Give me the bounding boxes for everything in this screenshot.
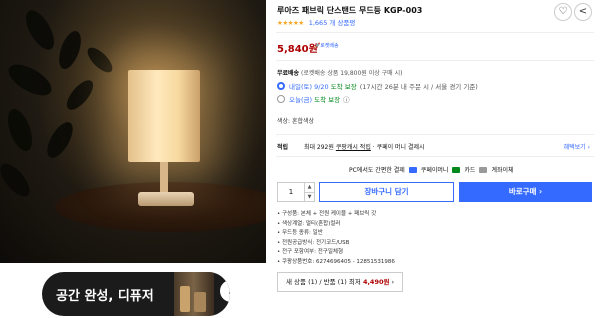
spec-item: 구성품: 본체 + 전원 케이블 + 패브릭 갓 bbox=[277, 210, 395, 220]
product-image[interactable] bbox=[0, 0, 266, 263]
share-icon[interactable]: < bbox=[574, 3, 592, 21]
info-icon: ⓘ bbox=[343, 96, 350, 104]
product-price: 5,840원 bbox=[277, 44, 318, 55]
other-sellers-button[interactable]: 새 상품 (1) / 반품 (1) 최저 4,490원 › bbox=[277, 272, 404, 292]
coupay-icon bbox=[408, 166, 417, 173]
banner-arrow-icon[interactable]: › bbox=[220, 280, 230, 302]
decrement-icon[interactable]: ▼ bbox=[305, 192, 314, 202]
quantity-buttons: ▲ ▼ bbox=[304, 183, 314, 201]
promo-banner[interactable]: 공간 완성, 디퓨저 › bbox=[42, 272, 230, 316]
rating-stars-icon: ★★★★★ bbox=[277, 19, 304, 27]
lamp-shade bbox=[128, 70, 200, 162]
payment-text: PC에서도 간편한 결제 bbox=[349, 167, 405, 174]
bank-icon bbox=[479, 166, 488, 173]
payment-method: 계좌이체 bbox=[491, 167, 514, 174]
delivery-option-today[interactable]: 오늘(금) 도착 보장 ⓘ bbox=[277, 94, 350, 104]
delivery-status: 도착 보장 bbox=[314, 96, 341, 104]
product-title: 루아즈 패브릭 단스탠드 무드등 KGP-003 bbox=[277, 6, 423, 15]
benefits-link[interactable]: 혜택보기 › bbox=[564, 142, 590, 151]
payment-methods: PC에서도 간편한 결제 쿠페이머니 카드 계좌이체 bbox=[349, 165, 514, 174]
divider bbox=[276, 134, 594, 135]
delivery-status: 도착 보장 bbox=[330, 83, 357, 91]
divider bbox=[276, 156, 594, 157]
delivery-note: (17시간 26분 내 주문 시 / 서울 경기 기준) bbox=[359, 83, 478, 91]
spec-item: 전구 포함여부: 전구일체형 bbox=[277, 248, 395, 258]
shipping-label: 무료배송 bbox=[277, 70, 300, 77]
cash-label: 적립 bbox=[277, 144, 289, 151]
rocket-badge: 🚀로켓배송 bbox=[314, 43, 339, 49]
chevron-right-icon: › bbox=[389, 278, 395, 286]
spec-item: 쿠팡상품번호: 6274696405 - 12851531986 bbox=[277, 258, 395, 268]
cash-condition: · 쿠페이 머니 결제시 bbox=[370, 144, 425, 151]
payment-method: 카드 bbox=[464, 167, 476, 174]
diffuser-thumbnail bbox=[174, 272, 214, 316]
other-sellers-price: 4,490원 bbox=[362, 278, 390, 286]
delivery-day: 내일(토) 9/20 bbox=[289, 83, 329, 91]
cash-max: 최대 292원 bbox=[303, 144, 334, 151]
divider bbox=[276, 32, 594, 33]
cash-reward-row: 적립 최대 292원 쿠팡캐시 적립 · 쿠페이 머니 결제시 bbox=[277, 142, 425, 151]
rocket-badge-label: 로켓배송 bbox=[320, 43, 339, 49]
divider bbox=[276, 60, 594, 61]
banner-text: 공간 완성, 디퓨저 bbox=[56, 289, 154, 304]
diffuser-bottle-icon bbox=[180, 286, 190, 312]
lamp-base bbox=[138, 192, 194, 206]
other-sellers-text: 새 상품 (1) / 반품 (1) 최저 bbox=[286, 278, 363, 286]
diffuser-bottle-icon bbox=[194, 292, 206, 312]
delivery-day: 오늘(금) bbox=[289, 96, 313, 104]
spec-list: 구성품: 본체 + 전원 케이블 + 패브릭 갓 색상계열: 멀티(혼합)컬러 … bbox=[277, 210, 395, 267]
card-icon bbox=[452, 166, 461, 173]
product-info-panel: 루아즈 패브릭 단스탠드 무드등 KGP-003 ★★★★★ 1,665 개 상… bbox=[276, 0, 594, 318]
spec-item: 색상계열: 멀티(혼합)컬러 bbox=[277, 220, 395, 230]
review-count-link[interactable]: 1,665 개 상품평 bbox=[309, 19, 356, 27]
heart-icon[interactable]: ♡ bbox=[554, 3, 572, 21]
radio-selected[interactable] bbox=[277, 82, 285, 90]
spec-item: 전원공급방식: 전기코드/USB bbox=[277, 239, 395, 249]
payment-method: 쿠페이머니 bbox=[420, 167, 449, 174]
product-rating: ★★★★★ 1,665 개 상품평 bbox=[277, 17, 355, 27]
cash-link[interactable]: 쿠팡캐시 적립 bbox=[336, 144, 371, 151]
quantity-stepper[interactable]: 1 ▲ ▼ bbox=[277, 182, 315, 202]
radio-unselected[interactable] bbox=[277, 95, 285, 103]
shipping-info: 무료배송 (로켓배송 상품 19,800원 이상 구매 시) bbox=[277, 68, 402, 77]
add-to-cart-button[interactable]: 장바구니 담기 bbox=[319, 182, 454, 202]
delivery-option-tomorrow[interactable]: 내일(토) 9/20 도착 보장 (17시간 26분 내 주문 시 / 서울 경… bbox=[277, 81, 478, 91]
lamp-neck bbox=[160, 162, 168, 192]
shipping-detail: (로켓배송 상품 19,800원 이상 구매 시) bbox=[301, 70, 403, 77]
spec-item: 무드등 종류: 일반 bbox=[277, 229, 395, 239]
buy-now-button[interactable]: 바로구매 › bbox=[459, 182, 592, 202]
option-color: 색상: 혼합색상 bbox=[277, 118, 315, 125]
quantity-input[interactable]: 1 bbox=[278, 188, 304, 196]
increment-icon[interactable]: ▲ bbox=[305, 183, 314, 192]
